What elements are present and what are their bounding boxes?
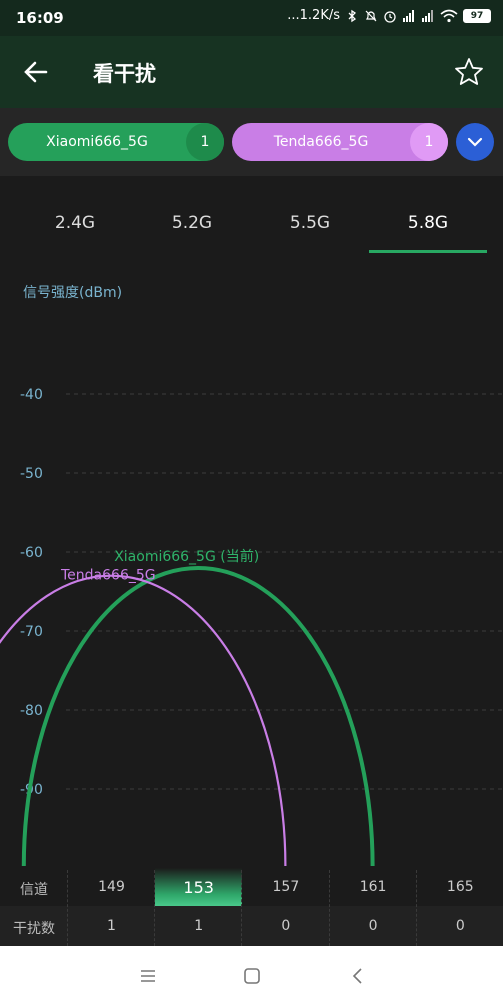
channel-cell-165[interactable]: 165: [417, 879, 503, 895]
back-nav-icon[interactable]: [348, 966, 368, 986]
series-label-0: Xiaomi666_5G (当前): [114, 548, 259, 565]
y-tick-label: -60: [20, 545, 43, 561]
interference-cell-165: 0: [455, 918, 465, 934]
tab-5-5g[interactable]: 5.5G: [251, 195, 369, 251]
y-tick-label: -50: [20, 466, 43, 482]
system-nav-bar: [0, 946, 503, 1007]
active-tab-indicator: [369, 250, 487, 253]
status-icons: ...1.2K/s 97: [287, 8, 491, 23]
signal-icon: [403, 9, 414, 22]
menu-icon[interactable]: [138, 966, 158, 986]
tab-5-8g[interactable]: 5.8G: [369, 195, 487, 251]
column-divider: [154, 870, 156, 946]
status-bar: 16:09 ...1.2K/s 97: [0, 0, 503, 36]
channel-row-label: 信道: [20, 882, 48, 898]
column-divider: [67, 870, 68, 946]
interference-row-label: 干扰数: [13, 921, 55, 937]
signal-curve-1: [0, 574, 287, 867]
app-bar: 看干扰: [0, 36, 503, 108]
channel-cell-157[interactable]: 157: [242, 879, 329, 895]
back-arrow-icon[interactable]: [22, 58, 50, 86]
home-icon[interactable]: [242, 966, 262, 986]
mute-icon: [365, 10, 377, 21]
interference-cell-161: 0: [368, 918, 378, 934]
page-title: 看干扰: [93, 62, 156, 86]
column-divider: [328, 870, 330, 946]
channel-cell-161[interactable]: 161: [330, 879, 417, 895]
interference-cell-153: 1: [194, 918, 204, 934]
chip-label: Xiaomi666_5G: [46, 134, 148, 150]
band-tabs: 2.4G 5.2G 5.5G 5.8G: [0, 195, 503, 255]
interference-cell-149: 1: [107, 918, 116, 934]
wifi-icon: [440, 9, 458, 22]
bluetooth-icon: [348, 9, 357, 22]
network-chip-xiaomi[interactable]: Xiaomi666_5G 1: [8, 123, 224, 161]
tab-2-4g[interactable]: 2.4G: [16, 195, 134, 251]
channel-cell-149[interactable]: 149: [68, 879, 155, 895]
battery-icon: 97: [463, 8, 491, 23]
tab-5-2g[interactable]: 5.2G: [133, 195, 251, 251]
alarm-icon: [384, 10, 396, 23]
chip-count-badge: 1: [186, 123, 224, 161]
y-tick-label: -80: [20, 703, 43, 719]
signal-curve-0: [21, 565, 375, 867]
expand-networks-button[interactable]: [456, 123, 494, 161]
series-label-1: Tenda666_5G: [60, 568, 156, 584]
status-time: 16:09: [16, 9, 64, 27]
network-chip-bar: Xiaomi666_5G 1 Tenda666_5G 1: [0, 108, 503, 176]
channel-cell-153[interactable]: 153: [155, 878, 242, 897]
signal-chart: -40-50-60-70-80-90Xiaomi666_5G (当前)Tenda…: [0, 387, 503, 867]
chip-count-badge: 1: [410, 123, 448, 161]
chip-label: Tenda666_5G: [273, 134, 369, 150]
favorite-star-icon[interactable]: [453, 56, 485, 88]
column-divider: [415, 870, 417, 946]
column-divider: [241, 870, 243, 946]
network-speed: ...1.2K/s: [287, 8, 340, 23]
signal-hd-icon: [422, 9, 433, 22]
interference-cell-157: 0: [281, 918, 291, 934]
network-chip-tenda[interactable]: Tenda666_5G 1: [232, 123, 448, 161]
chevron-down-icon: [467, 137, 483, 147]
y-tick-label: -70: [20, 624, 43, 640]
y-tick-label: -40: [20, 387, 43, 403]
